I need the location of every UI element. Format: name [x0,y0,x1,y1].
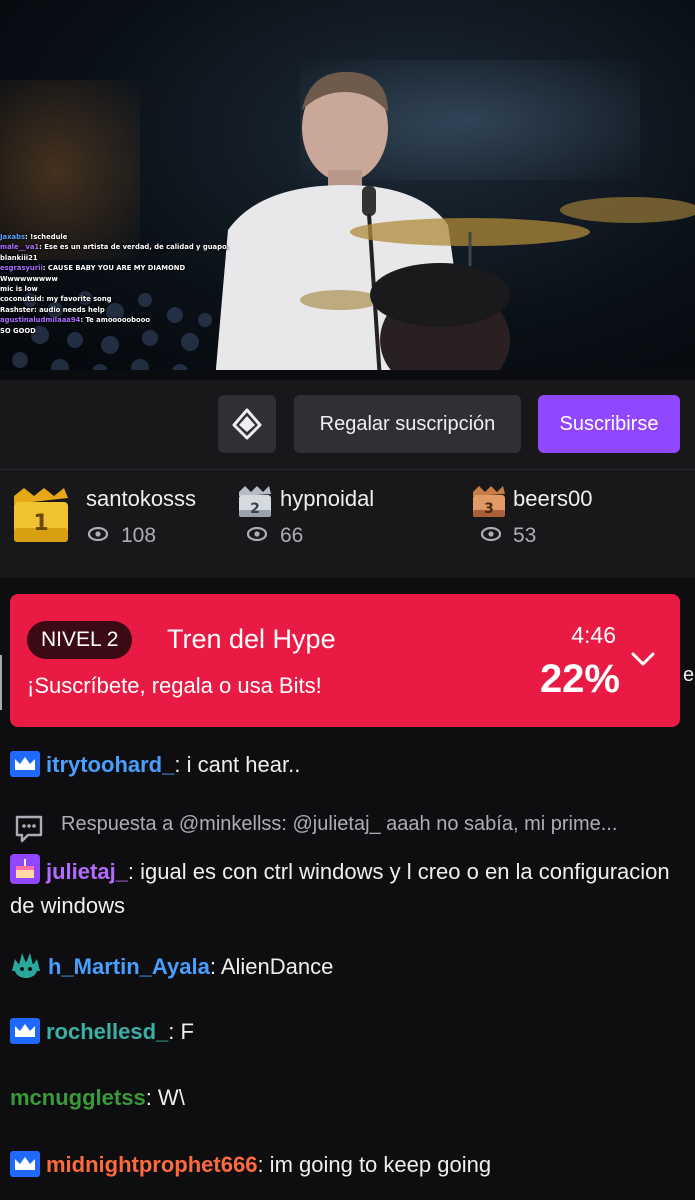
chat-username[interactable]: rochellesd_ [46,1019,168,1044]
gift-sub-button[interactable]: Regalar suscripción [294,395,521,453]
chat-username[interactable]: itrytoohard_ [46,752,174,777]
overlay-chat-user: Rashster [0,305,34,314]
chat-username[interactable]: julietaj_ [46,859,128,884]
prime-crown-badge-icon [10,751,40,777]
overlay-chat-text: Ese es un artista de verdad, de calidad … [44,243,230,252]
hype-level-badge: NIVEL 2 [27,621,133,659]
hype-train-timer: 4:46 [571,622,616,648]
rank-2-number: 2 [250,501,260,517]
eye-icon [481,527,501,541]
hype-diamond-icon [232,408,262,440]
chevron-down-icon[interactable] [630,650,656,668]
chat-username[interactable]: mcnuggletss [10,1085,146,1110]
overlay-chat-text: Te amooooobooo [85,316,151,325]
overlay-chat-line: Wwwwwwwww [0,274,230,284]
subscribe-button[interactable]: Suscribirse [538,395,680,453]
rank-2-silver-badge: 2 [239,486,271,517]
overlay-chat-text: CAUSE BABY YOU ARE MY DIAMOND [47,264,186,273]
overlay-chat-user: Jaxabs [0,233,25,241]
stream-chat-overlay: Jaxabs: !schedule male__va1: Ese es un ar… [0,232,230,336]
hype-train-banner[interactable]: NIVEL 2 Tren del Hype ¡Suscríbete, regal… [10,594,680,727]
reply-bubble-icon [15,815,43,843]
overlay-chat-line: SO GOOD [0,326,230,336]
chat-message: rochellesd_: F [10,1015,685,1049]
overlay-chat-line: male__va1: Ese es un artista de verdad, … [0,243,230,252]
overlay-chat-text: my favorite song [46,295,112,304]
chat-text: : im going to keep going [257,1152,492,1177]
overlay-chat-text: SO GOOD [0,326,36,335]
overlay-chat-text: mic is low [0,285,38,294]
chat-message: itrytoohard_: i cant hear.. [10,748,685,782]
chat-message: mcnuggletss: W\ [10,1081,685,1115]
bits-leaderboard: 1 santokosss 108 2 hypnoidal 66 3 beers0… [0,470,695,578]
overlay-chat-text: audio needs help [39,305,105,314]
overlay-chat-line: blankiii21 [0,253,230,263]
prime-crown-badge-icon [10,1151,40,1177]
leaderboard-user-1[interactable]: santokosss [86,486,196,512]
overlay-chat-user: esgrasyurii [0,264,43,273]
rank-3-bronze-badge: 3 [473,486,505,517]
leaderboard-count-2: 66 [280,524,304,547]
chat-username[interactable]: midnightprophet666 [46,1152,257,1177]
reply-text: Respuesta a @minkellss: @julietaj_ aaah … [61,813,618,835]
rank-1-gold-badge: 1 [14,488,68,542]
overlay-chat-line: esgrasyurii: CAUSE BABY YOU ARE MY DIAMO… [0,264,186,273]
overlay-chat-user: agustinaludmilaaa94 [0,316,81,325]
overlay-chat-line: mic is low [0,284,230,294]
hype-train-progress: 22% [539,657,620,701]
leaderboard-count-3: 53 [513,524,537,547]
rank-3-number: 3 [484,501,494,517]
leaderboard-user-2[interactable]: hypnoidal [280,486,374,512]
hype-train-button[interactable] [218,395,276,453]
chat-text: : W\ [145,1085,185,1110]
reply-context[interactable]: Respuesta a @minkellss: @julietaj_ aaah … [14,806,684,846]
eye-icon [247,527,267,541]
chat-text: : F [168,1019,194,1044]
hype-train-title: Tren del Hype [167,624,336,654]
overlay-chat-line: agustinaludmilaaa94: Te amooooobooo [0,316,151,325]
leaderboard-count-1: 108 [121,524,157,547]
overlay-chat-user: male__va1 [0,243,40,252]
hedgehog-badge-icon [12,953,40,978]
overlay-chat-user: coconutsid [0,295,42,304]
chat-edge-indicator [0,655,2,710]
eye-icon [88,527,108,541]
chat-message: h_Martin_Ayala: AlienDance [10,949,685,984]
chat-text: : AlienDance [209,954,334,979]
leaderboard-user-3[interactable]: beers00 [513,486,593,512]
clipped-text: e [683,664,695,686]
overlay-chat-line: Rashster: audio needs help [0,305,105,314]
chat-text: : i cant hear.. [174,752,301,777]
hype-train-subtitle: ¡Suscríbete, regala o usa Bits! [27,673,322,698]
overlay-chat-text: Wwwwwwwww [0,274,58,283]
prime-crown-badge-icon [10,1018,40,1044]
rank-1-number: 1 [33,511,48,536]
overlay-chat-text: !schedule [30,233,68,241]
overlay-chat-line: Jaxabs: !schedule [0,233,68,241]
chat-message: midnightprophet666: im going to keep goi… [10,1148,685,1182]
chat-username[interactable]: h_Martin_Ayala [48,954,210,979]
overlay-chat-line: coconutsid: my favorite song [0,295,112,304]
overlay-chat-user: blankiii21 [0,253,38,262]
chat-message: julietaj_: igual es con ctrl windows y l… [10,854,685,923]
video-player[interactable]: Jaxabs: !schedule male__va1: Ese es un ar… [0,0,695,380]
subscriber-cake-badge-icon [10,854,40,884]
